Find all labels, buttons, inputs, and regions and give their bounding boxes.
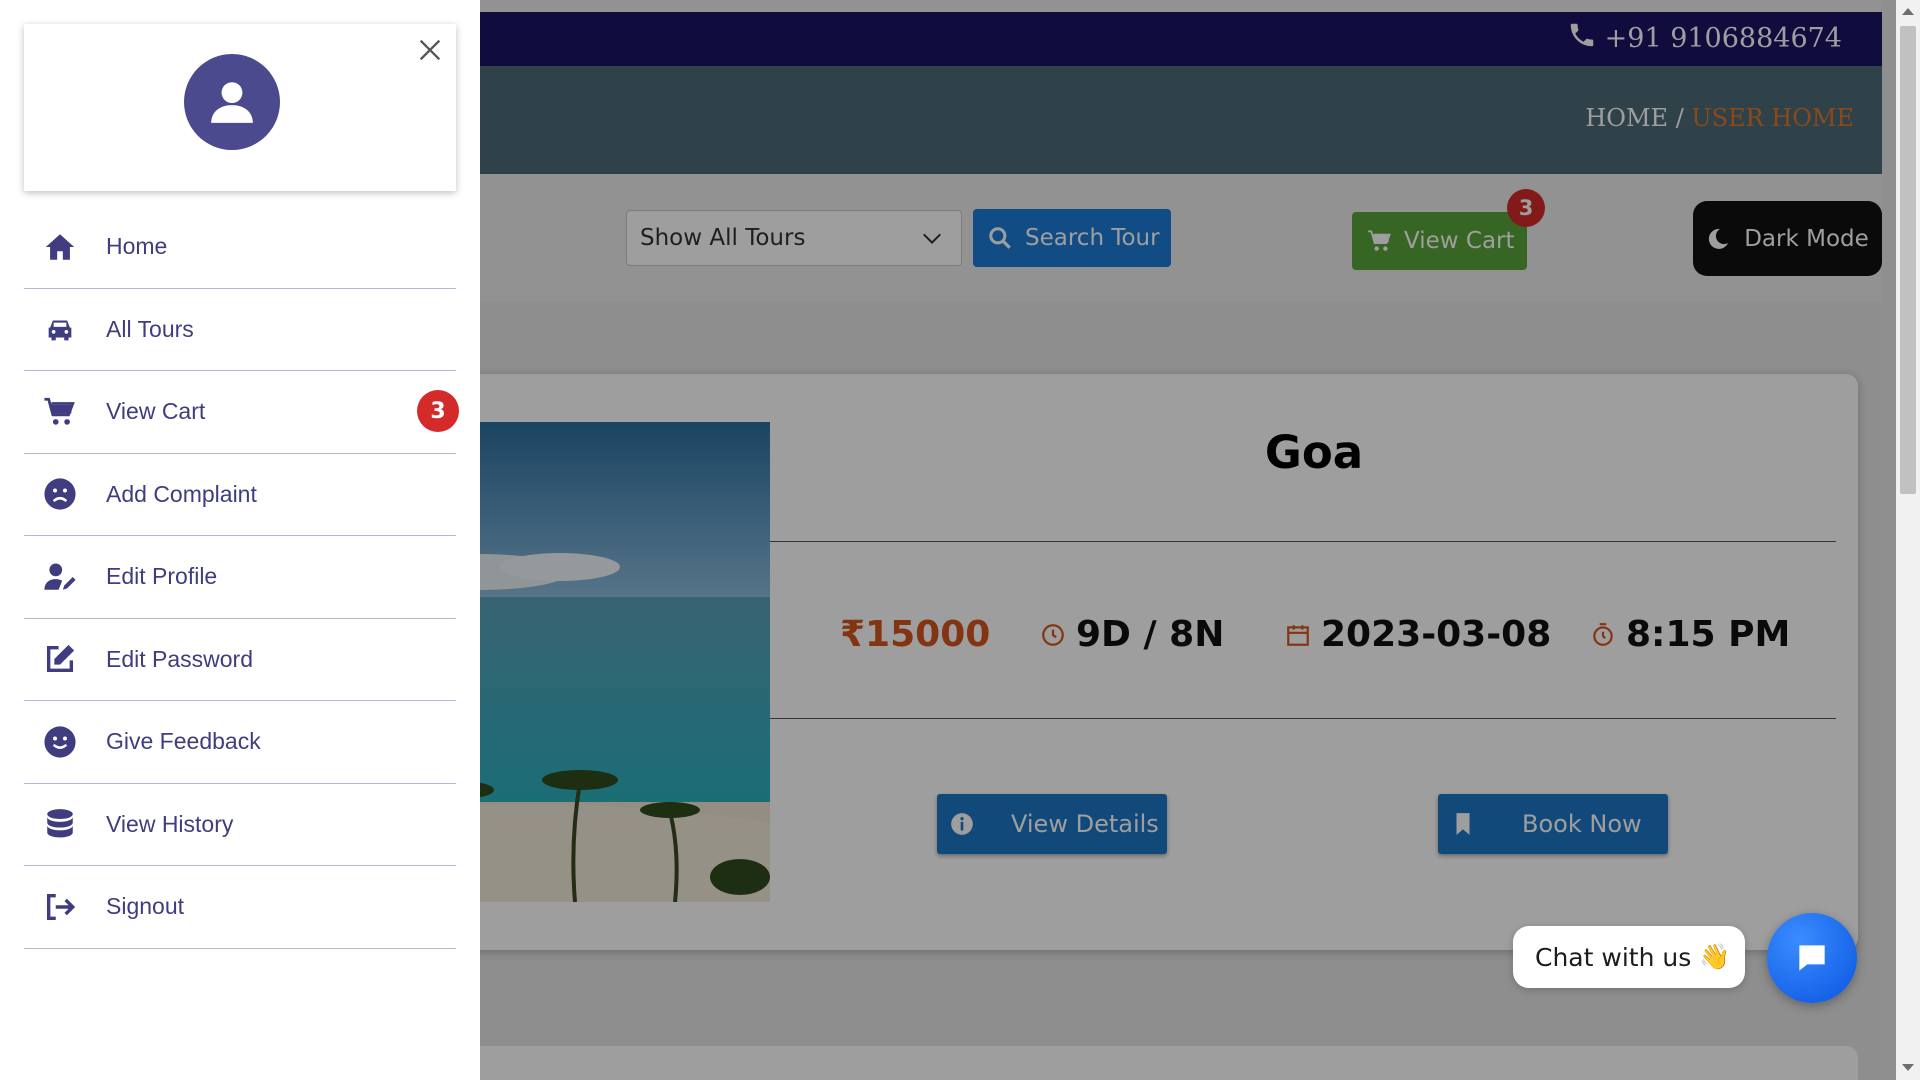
sidebar-item-label: Edit Password xyxy=(106,645,254,672)
sidebar-item-label: All Tours xyxy=(106,315,194,342)
scroll-up-arrow-icon[interactable] xyxy=(1902,8,1914,15)
scrollbar-thumb[interactable] xyxy=(1900,26,1916,494)
avatar[interactable] xyxy=(184,54,280,150)
page-scrollbar[interactable] xyxy=(1896,0,1920,1080)
sidebar-item-label: Give Feedback xyxy=(106,728,261,755)
sidebar-item-signout[interactable]: Signout xyxy=(24,866,456,949)
smile-face-icon xyxy=(42,724,78,760)
sidebar-item-label: Add Complaint xyxy=(106,480,257,507)
sidebar-item-label: View History xyxy=(106,810,234,837)
home-icon xyxy=(42,229,78,265)
user-sidebar: Home All Tours View Cart Add Complaint E… xyxy=(0,0,480,1080)
sidebar-item-add-complaint[interactable]: Add Complaint xyxy=(24,454,456,536)
sidebar-item-view-history[interactable]: View History xyxy=(24,784,456,866)
user-icon xyxy=(211,82,253,123)
scroll-down-arrow-icon[interactable] xyxy=(1902,1064,1914,1071)
cart-count-badge: 3 xyxy=(417,390,459,432)
chat-with-us-bubble[interactable]: Chat with us 👋 xyxy=(1513,926,1745,988)
sidebar-item-edit-password[interactable]: Edit Password xyxy=(24,619,456,701)
sidebar-item-all-tours[interactable]: All Tours xyxy=(24,289,456,371)
chat-label: Chat with us xyxy=(1535,942,1692,972)
car-icon xyxy=(42,311,78,347)
cart-icon xyxy=(42,394,78,430)
database-icon xyxy=(42,806,78,842)
wave-emoji: 👋 xyxy=(1699,942,1731,971)
chat-launcher-button[interactable] xyxy=(1767,913,1857,1003)
profile-header xyxy=(24,24,456,191)
sidebar-item-label: View Cart xyxy=(106,398,206,425)
sidebar-item-label: Edit Profile xyxy=(106,563,218,590)
sidebar-item-label: Signout xyxy=(106,893,185,920)
sidebar-item-give-feedback[interactable]: Give Feedback xyxy=(24,701,456,784)
sidebar-item-view-cart[interactable]: View Cart xyxy=(24,371,456,454)
sidebar-item-home[interactable]: Home xyxy=(24,206,456,289)
chat-icon xyxy=(1799,945,1825,971)
sidebar-menu: Home All Tours View Cart Add Complaint E… xyxy=(24,206,459,949)
sidebar-item-edit-profile[interactable]: Edit Profile xyxy=(24,536,456,619)
signout-icon xyxy=(42,889,78,925)
sad-face-icon xyxy=(42,476,78,512)
sidebar-item-label: Home xyxy=(106,233,168,260)
user-edit-icon xyxy=(42,559,78,595)
edit-square-icon xyxy=(42,641,78,677)
close-icon[interactable] xyxy=(416,36,444,64)
